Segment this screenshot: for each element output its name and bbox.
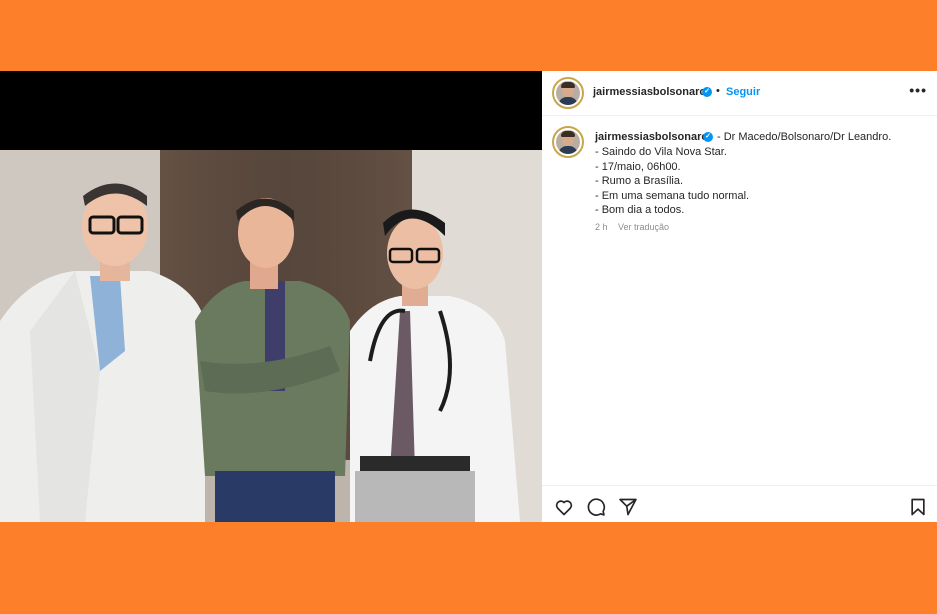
caption-username[interactable]: jairmessiasbolsonaro bbox=[595, 131, 708, 143]
caption-body: - Saindo do Vila Nova Star. - 17/maio, 0… bbox=[595, 145, 749, 218]
caption-line: - Saindo do Vila Nova Star. bbox=[595, 146, 727, 158]
caption-line: - Bom dia a todos. bbox=[595, 204, 685, 217]
follow-button[interactable]: Seguir bbox=[726, 86, 760, 98]
verified-badge-icon: ✓ bbox=[702, 87, 712, 97]
send-icon[interactable] bbox=[618, 497, 638, 517]
post-time: 2 h bbox=[595, 222, 608, 232]
see-translation-link[interactable]: Ver tradução bbox=[618, 222, 669, 232]
separator-dot: • bbox=[716, 85, 720, 97]
post-header: jairmessiasbolsonaro ✓ • Seguir ••• bbox=[542, 71, 937, 116]
bookmark-icon[interactable] bbox=[908, 497, 928, 517]
comment-icon[interactable] bbox=[586, 497, 606, 517]
action-bar bbox=[542, 485, 937, 522]
caption-line: - Em uma semana tudo normal. bbox=[595, 189, 750, 202]
photo-illustration bbox=[0, 71, 542, 522]
caption-first-line: - Dr Macedo/Bolsonaro/Dr Leandro. bbox=[717, 131, 892, 143]
more-options-icon[interactable]: ••• bbox=[909, 83, 927, 97]
post-photo[interactable] bbox=[0, 71, 542, 522]
caption-line: - 17/maio, 06h00. bbox=[595, 160, 681, 173]
post-side-panel: jairmessiasbolsonaro ✓ • Seguir ••• jair… bbox=[542, 71, 937, 522]
instagram-post-frame: jairmessiasbolsonaro ✓ • Seguir ••• jair… bbox=[0, 71, 937, 522]
caption-meta: 2 h Ver tradução bbox=[595, 222, 677, 232]
header-username[interactable]: jairmessiasbolsonaro bbox=[593, 86, 706, 98]
caption-avatar[interactable] bbox=[552, 126, 584, 158]
verified-badge-icon: ✓ bbox=[703, 132, 713, 142]
caption-line: - Rumo a Brasília. bbox=[595, 175, 684, 188]
heart-icon[interactable] bbox=[554, 497, 574, 517]
profile-avatar[interactable] bbox=[552, 77, 584, 109]
